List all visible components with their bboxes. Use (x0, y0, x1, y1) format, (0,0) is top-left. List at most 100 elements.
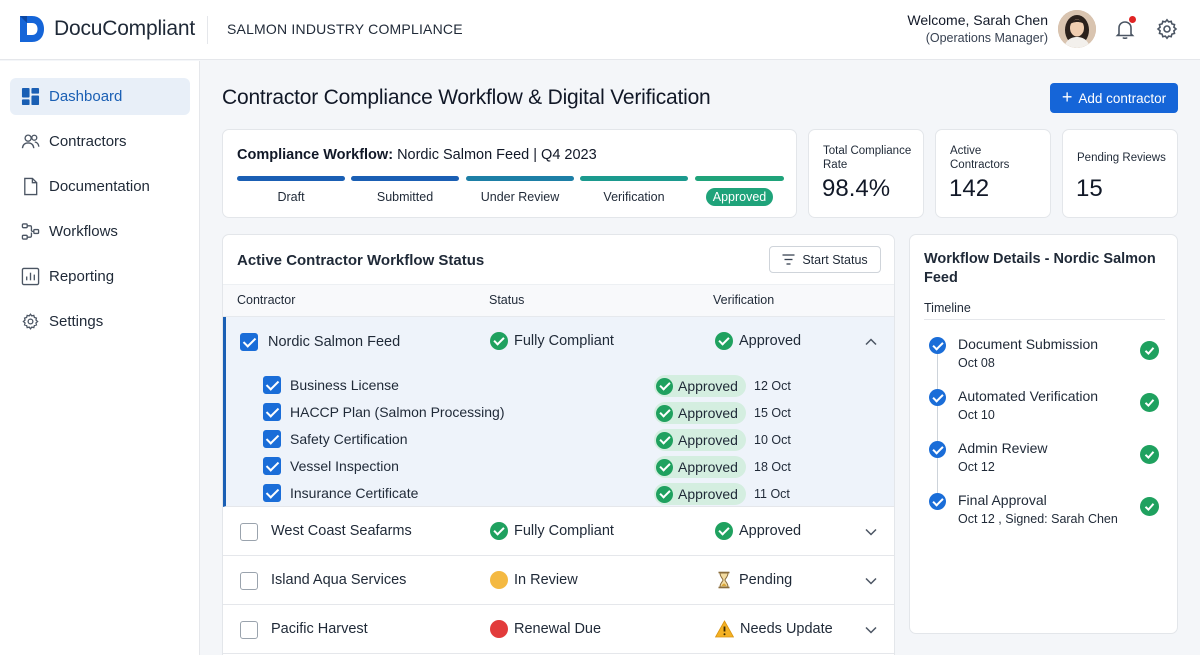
document-checkbox[interactable] (263, 484, 281, 502)
document-date: 18 Oct (754, 460, 791, 474)
stat-label: Pending Reviews (1077, 152, 1166, 164)
check-circle-icon (1140, 445, 1159, 464)
document-checkbox[interactable] (263, 457, 281, 475)
row-checkbox[interactable] (240, 621, 258, 639)
chevron-up-icon[interactable] (864, 335, 878, 349)
table-row[interactable]: Nordic Salmon Feed Fully Compliant Appro… (223, 317, 894, 507)
sidebar-item-label: Dashboard (49, 88, 123, 105)
document-status: Approved (678, 459, 738, 475)
timeline-item[interactable]: Document Submission Oct 08 (910, 336, 1179, 381)
document-name: HACCP Plan (Salmon Processing) (290, 404, 505, 420)
contractor-name: Pacific Harvest (271, 621, 368, 637)
header-divider (207, 16, 208, 44)
contractor-name: Island Aqua Services (271, 572, 407, 588)
workflow-step-under-review[interactable]: Under Review (466, 176, 574, 204)
document-name: Safety Certification (290, 431, 408, 447)
document-checkbox[interactable] (263, 376, 281, 394)
workflow-step-approved[interactable]: Approved (695, 176, 784, 206)
document-status: Approved (678, 432, 738, 448)
timeline-item[interactable]: Final Approval Oct 12 , Signed: Sarah Ch… (910, 492, 1179, 537)
document-name: Insurance Certificate (290, 485, 419, 501)
table-header: Contractor Status Verification (223, 284, 894, 317)
timeline-title: Automated Verification (958, 388, 1099, 404)
status-text: In Review (514, 572, 578, 588)
workflow-title: Compliance Workflow: Nordic Salmon Feed … (237, 147, 597, 163)
user-role: (Operations Manager) (925, 31, 1048, 45)
sidebar-item-documentation[interactable]: Documentation (10, 168, 190, 205)
check-circle-icon (715, 522, 733, 540)
column-header-contractor[interactable]: Contractor (237, 293, 295, 307)
timeline-item[interactable]: Automated Verification Oct 10 (910, 388, 1179, 433)
check-circle-icon (490, 332, 508, 350)
check-circle-icon (490, 522, 508, 540)
add-contractor-label: Add contractor (1078, 90, 1167, 106)
timeline-item[interactable]: Admin Review Oct 12 (910, 440, 1179, 485)
status-cell: In Review (490, 571, 578, 589)
check-circle-icon (656, 404, 673, 422)
column-header-verification[interactable]: Verification (713, 293, 774, 307)
page-title: Contractor Compliance Workflow & Digital… (222, 86, 711, 109)
document-status: Approved (678, 378, 738, 394)
notification-badge (1129, 16, 1136, 23)
add-contractor-button[interactable]: + Add contractor (1050, 83, 1178, 113)
verification-cell: Pending (715, 571, 792, 589)
app-logo[interactable]: DocuCompliant (18, 14, 195, 44)
document-name: Vessel Inspection (290, 458, 399, 474)
approved-badge: Approved (654, 456, 746, 478)
status-text: Renewal Due (514, 621, 602, 637)
document-date: 11 Oct (754, 487, 790, 501)
avatar[interactable] (1058, 10, 1096, 48)
amber-dot-icon (490, 571, 508, 589)
workflow-step-submitted[interactable]: Submitted (351, 176, 459, 204)
filter-label: Start Status (802, 252, 868, 267)
sidebar-item-workflows[interactable]: Workflows (10, 213, 190, 250)
row-checkbox[interactable] (240, 523, 258, 541)
column-header-status[interactable]: Status (489, 293, 524, 307)
step-bar (237, 176, 345, 181)
step-bar (351, 176, 459, 181)
avatar-image (1058, 10, 1096, 48)
row-checkbox[interactable] (240, 572, 258, 590)
workflow-details-panel: Workflow Details - Nordic Salmon Feed Ti… (909, 234, 1178, 634)
sidebar-item-label: Reporting (49, 268, 115, 285)
chevron-down-icon[interactable] (864, 623, 878, 637)
document-row: Vessel Inspection Approved 18 Oct (226, 453, 894, 480)
users-icon (21, 134, 40, 149)
step-bar (695, 176, 784, 181)
details-title: Workflow Details - Nordic Salmon Feed (924, 251, 1156, 286)
step-label: Under Review (480, 190, 560, 204)
filter-button[interactable]: Start Status (769, 246, 881, 273)
row-checkbox[interactable] (240, 333, 258, 351)
table-row[interactable]: West Coast Seafarms Fully Compliant Appr… (223, 507, 894, 556)
workflow-step-draft[interactable]: Draft (237, 176, 345, 204)
sidebar-item-label: Settings (49, 313, 104, 330)
table-row[interactable]: Island Aqua Services In Review Pending (223, 556, 894, 605)
timeline-date: Oct 12 (958, 460, 995, 474)
chevron-down-icon[interactable] (864, 574, 878, 588)
stat-card-pending-reviews: Pending Reviews 15 (1062, 129, 1178, 218)
check-circle-icon (929, 389, 946, 406)
step-label: Draft (277, 190, 305, 204)
verification-text: Approved (739, 333, 802, 349)
table-row[interactable]: Pacific Harvest Renewal Due Needs Update (223, 605, 894, 654)
document-checkbox[interactable] (263, 403, 281, 421)
gear-icon[interactable] (1155, 17, 1179, 41)
sidebar-item-label: Workflows (49, 223, 118, 240)
workflow-step-verification[interactable]: Verification (580, 176, 688, 204)
document-checkbox[interactable] (263, 430, 281, 448)
stat-card-active-contractors: Active Contractors 142 (935, 129, 1051, 218)
sidebar-item-reporting[interactable]: Reporting (10, 258, 190, 295)
timeline-date: Oct 08 (958, 356, 995, 370)
approved-badge: Approved (654, 375, 746, 397)
table-title: Active Contractor Workflow Status (237, 252, 485, 269)
sidebar-item-contractors[interactable]: Contractors (10, 123, 190, 160)
document-row: Business License Approved 12 Oct (226, 372, 894, 399)
sidebar-item-dashboard[interactable]: Dashboard (10, 78, 190, 115)
timeline-title: Document Submission (958, 336, 1099, 352)
top-header: DocuCompliant SALMON INDUSTRY COMPLIANCE… (0, 0, 1200, 60)
chevron-down-icon[interactable] (864, 525, 878, 539)
document-status: Approved (678, 405, 738, 421)
sidebar-item-settings[interactable]: Settings (10, 303, 190, 340)
hourglass-icon (718, 571, 730, 589)
app-subtitle: SALMON INDUSTRY COMPLIANCE (227, 21, 463, 37)
